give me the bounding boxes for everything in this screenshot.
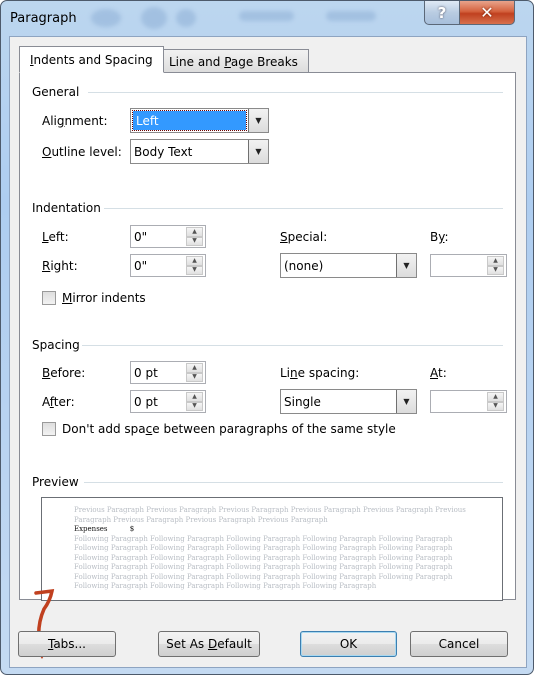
outline-level-label: Outline level: — [42, 145, 122, 159]
checkbox-box[interactable] — [42, 422, 56, 436]
checkbox-box[interactable] — [42, 291, 56, 305]
spin-down-icon[interactable]: ▼ — [186, 236, 203, 246]
chevron-down-icon[interactable]: ▼ — [248, 109, 268, 132]
dont-add-space-label: Don't add space between paragraphs of th… — [62, 422, 396, 436]
preview-previous-paragraph: Previous Paragraph Previous Paragraph Pr… — [74, 506, 466, 524]
before-spinner[interactable]: 0 pt ▲ ▼ — [130, 361, 206, 384]
close-x-icon: ✕ — [480, 3, 494, 22]
spin-down-icon[interactable]: ▼ — [487, 401, 504, 411]
outline-level-select[interactable]: Body Text ▼ — [130, 139, 269, 164]
spin-up-icon[interactable]: ▲ — [186, 256, 203, 266]
at-spinner[interactable]: ▲ ▼ — [430, 390, 507, 413]
preview-following-paragraph: Following Paragraph Following Paragraph … — [74, 534, 453, 591]
left-indent-value: 0" — [134, 229, 148, 244]
spin-down-icon[interactable]: ▼ — [487, 265, 504, 275]
mirror-indents-label: Mirror indents — [62, 291, 146, 305]
outline-level-value: Body Text — [134, 144, 193, 159]
after-spinner[interactable]: 0 pt ▲ ▼ — [130, 390, 206, 413]
close-button[interactable]: ✕ — [459, 1, 515, 25]
line-spacing-value: Single — [284, 394, 321, 409]
divider — [88, 92, 503, 93]
divider — [82, 345, 503, 346]
spin-up-icon[interactable]: ▲ — [487, 256, 504, 266]
preview-current-paragraph: Expenses $ — [74, 525, 135, 533]
background-blur — [176, 9, 196, 27]
paragraph-dialog: Paragraph ? ✕ Indents and Spacing Line a… — [0, 0, 534, 675]
divider — [84, 482, 503, 483]
right-indent-spinner[interactable]: 0" ▲ ▼ — [130, 254, 206, 277]
before-label: Before: — [42, 366, 86, 380]
left-indent-spinner[interactable]: 0" ▲ ▼ — [130, 225, 206, 248]
spin-up-icon[interactable]: ▲ — [186, 227, 203, 237]
left-indent-label: Left: — [42, 230, 69, 244]
right-indent-value: 0" — [134, 258, 148, 273]
help-button[interactable]: ? — [424, 1, 460, 25]
chevron-down-icon[interactable]: ▼ — [248, 140, 268, 163]
spin-down-icon[interactable]: ▼ — [186, 401, 203, 411]
special-label: Special: — [280, 230, 328, 244]
background-blur — [91, 9, 121, 27]
tab-line-and-page-breaks[interactable]: Line and Page Breaks — [158, 49, 309, 73]
background-blur — [326, 11, 376, 21]
by-label: By: — [430, 230, 449, 244]
set-as-default-label: Set As Default — [166, 637, 252, 651]
line-spacing-label: Line spacing: — [280, 366, 360, 380]
spin-up-icon[interactable]: ▲ — [186, 363, 203, 373]
background-blur — [141, 7, 167, 29]
by-spinner[interactable]: ▲ ▼ — [430, 254, 507, 277]
divider — [104, 208, 503, 209]
chevron-down-icon[interactable]: ▼ — [396, 254, 416, 277]
tabs-button-label: Tabs... — [47, 637, 86, 651]
after-label: After: — [42, 395, 75, 409]
at-label: At: — [430, 366, 447, 380]
spin-down-icon[interactable]: ▼ — [186, 372, 203, 382]
tabs-button[interactable]: Tabs... — [18, 631, 116, 657]
alignment-select[interactable]: Left ▼ — [130, 108, 269, 133]
spin-up-icon[interactable]: ▲ — [487, 392, 504, 402]
ok-button[interactable]: OK — [300, 631, 397, 657]
line-spacing-select[interactable]: Single ▼ — [280, 389, 417, 414]
group-title-general: General — [32, 85, 80, 99]
tab-label: Line and Page Breaks — [169, 54, 298, 69]
paragraph-preview: Previous Paragraph Previous Paragraph Pr… — [41, 497, 503, 601]
spin-down-icon[interactable]: ▼ — [186, 265, 203, 275]
dont-add-space-checkbox[interactable]: Don't add space between paragraphs of th… — [42, 422, 396, 436]
right-indent-label: Right: — [42, 259, 78, 273]
background-blur — [239, 11, 294, 21]
group-title-indentation: Indentation — [32, 201, 101, 215]
tab-label: Indents and Spacing — [30, 52, 153, 67]
before-value: 0 pt — [134, 365, 158, 380]
mirror-indents-checkbox[interactable]: Mirror indents — [42, 291, 146, 305]
group-title-preview: Preview — [32, 475, 79, 489]
dialog-client-area: Indents and Spacing Line and Page Breaks… — [9, 36, 527, 668]
special-value: (none) — [284, 258, 324, 273]
group-title-spacing: Spacing — [32, 338, 80, 352]
special-select[interactable]: (none) ▼ — [280, 253, 417, 278]
tab-indents-and-spacing[interactable]: Indents and Spacing — [19, 46, 164, 73]
spin-up-icon[interactable]: ▲ — [186, 392, 203, 402]
cancel-button[interactable]: Cancel — [410, 631, 508, 657]
help-question-icon: ? — [437, 3, 447, 22]
chevron-down-icon[interactable]: ▼ — [396, 390, 416, 413]
window-title: Paragraph — [10, 11, 77, 26]
set-as-default-button[interactable]: Set As Default — [158, 631, 260, 657]
after-value: 0 pt — [134, 394, 158, 409]
alignment-value: Left — [132, 110, 247, 131]
alignment-label: Alignment: — [42, 114, 108, 128]
